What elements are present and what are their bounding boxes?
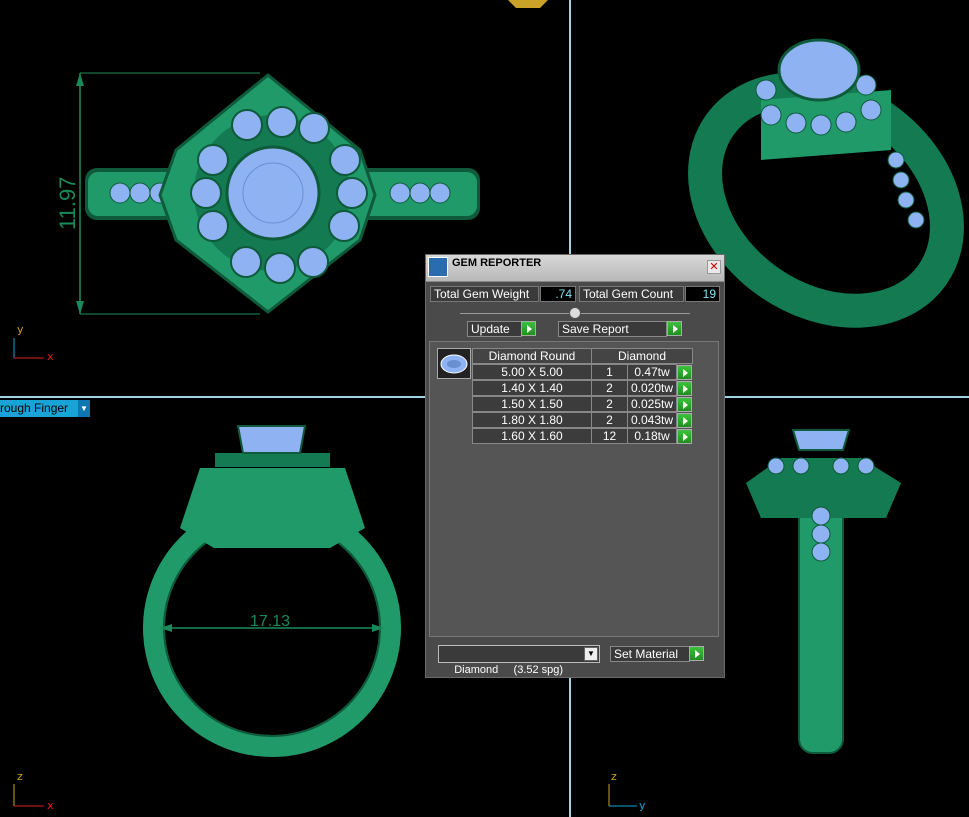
axis-y-label: y [17,323,24,336]
column-header-shape: Diamond Round [472,348,592,364]
total-gem-count-value: 19 [685,286,720,302]
dialog-title-bar[interactable]: GEM REPORTER ✕ [426,255,724,282]
gem-weight-cell: 0.043tw [627,412,677,428]
gem-count-cell: 1 [591,364,628,380]
axis-x-label-front: x [47,799,54,812]
chevron-down-icon[interactable]: ▼ [584,647,598,661]
dialog-title: GEM REPORTER [452,257,542,269]
row-detail-go-icon[interactable] [677,429,692,444]
save-report-button[interactable]: Save Report [558,321,667,337]
dimension-height: 11.97 [55,177,80,230]
update-go-icon[interactable] [521,321,536,336]
material-select-value: Diamond (3.52 spg) [454,664,564,676]
gem-count-cell: 2 [591,380,628,396]
chevron-down-icon[interactable]: ▼ [78,400,90,417]
gem-reporter-dialog: GEM REPORTER ✕ Total Gem Weight .74 Tota… [425,254,725,678]
dimension-width: 17.13 [250,613,290,630]
row-detail-go-icon[interactable] [677,381,692,396]
update-button-label: Update [471,322,510,336]
gem-weight-cell: 0.18tw [627,428,677,444]
view-mode-label: rough Finger [0,401,69,415]
gem-count-cell: 2 [591,396,628,412]
gem-weight-cell: 0.025tw [627,396,677,412]
close-icon[interactable]: ✕ [707,260,721,274]
gem-count-cell: 12 [591,428,628,444]
gem-size-cell: 1.50 X 1.50 [472,396,592,412]
axis-z-label-side: z [611,770,617,783]
axis-x-label: x [47,350,54,363]
set-material-button-label: Set Material [614,647,679,661]
set-material-button[interactable]: Set Material [610,646,690,662]
total-gem-count-label: Total Gem Count [579,286,684,302]
collapse-toggle[interactable] [569,307,581,319]
gem-weight-cell: 0.47tw [627,364,677,380]
set-material-go-icon[interactable] [689,646,704,661]
row-detail-go-icon[interactable] [677,397,692,412]
total-gem-weight-label: Total Gem Weight [430,286,539,302]
gem-size-cell: 5.00 X 5.00 [472,364,592,380]
column-header-material: Diamond [591,348,693,364]
axis-z-label: z [17,770,23,783]
row-detail-go-icon[interactable] [677,413,692,428]
gem-reporter-logo-icon [428,257,448,277]
gem-count-cell: 2 [591,412,628,428]
save-report-button-label: Save Report [562,322,629,336]
gem-size-cell: 1.80 X 1.80 [472,412,592,428]
axis-y-label-side: y [639,799,646,812]
diamond-gem-icon[interactable] [437,348,471,379]
total-gem-weight-value: .74 [540,286,576,302]
view-mode-dropdown[interactable]: rough Finger ▼ [0,400,90,417]
row-detail-go-icon[interactable] [677,365,692,380]
save-report-go-icon[interactable] [667,321,682,336]
update-button[interactable]: Update [467,321,522,337]
gem-weight-cell: 0.020tw [627,380,677,396]
gem-size-cell: 1.40 X 1.40 [472,380,592,396]
material-select[interactable]: Diamond (3.52 spg) ▼ [438,645,600,676]
gem-list-panel: Diamond Round Diamond 5.00 X 5.00 1 0.47tw… [429,341,719,637]
gem-size-cell: 1.60 X 1.60 [472,428,592,444]
